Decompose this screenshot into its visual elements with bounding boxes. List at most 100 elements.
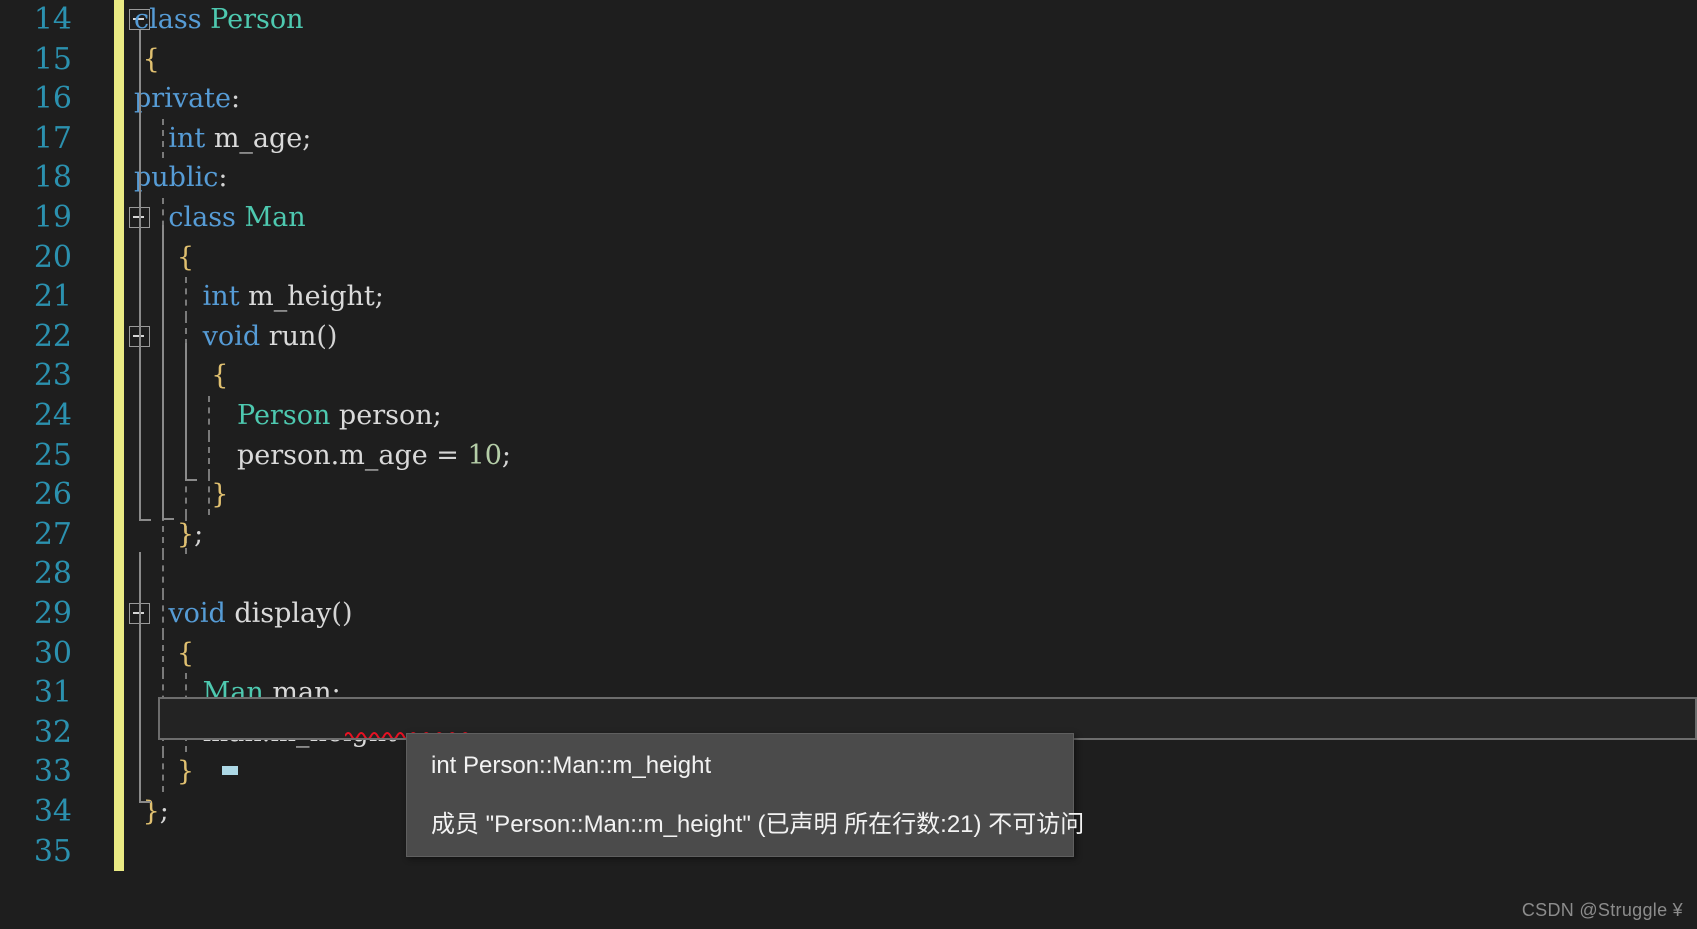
line-number: 35 [33,833,72,869]
line-number: 26 [33,477,72,513]
code-text[interactable]: { [134,238,194,278]
line-number: 34 [33,794,72,829]
code-text[interactable]: class Person [134,0,304,40]
unsaved-change-bar [114,198,124,238]
quick-info-tooltip: int Person::Man::m_height 成员 "Person::Ma… [406,733,1084,857]
code-token: : [218,162,228,194]
code-token: { [211,360,229,392]
code-line[interactable]: 19 class Man [0,198,1697,238]
line-number: 19 [33,200,72,235]
code-text[interactable]: private: [134,79,240,119]
code-line[interactable]: 23 { [0,356,1697,396]
code-line[interactable]: 22 void run() [0,316,1697,357]
outline-vline-level2 [162,225,164,520]
code-line[interactable]: 26 } [0,475,1697,515]
code-text[interactable]: { [134,634,194,674]
code-token: ; [302,122,312,154]
code-token: ; [194,518,204,550]
unsaved-change-bar [114,673,124,713]
unsaved-change-bar [114,554,124,594]
code-editor[interactable]: 14 class Person 15 {16 private: 17 int m_age… [0,0,1697,929]
code-token: man. [134,716,271,748]
code-token: m_age [339,439,428,471]
code-line[interactable]: 30 { [0,633,1697,674]
unsaved-change-bar [114,435,124,476]
code-text[interactable]: void run() [134,317,338,357]
code-text[interactable]: Person person; [134,396,442,436]
line-number: 16 [33,81,72,117]
tooltip-message: 成员 "Person::Man::m_height" (已声明 所在行数:21)… [431,811,1085,838]
code-token: run [268,320,317,352]
line-number: 17 [33,120,72,156]
code-token: void [202,320,269,352]
code-token: { [176,637,195,669]
code-token: void [168,598,235,629]
unsaved-change-bar [114,633,124,674]
code-text[interactable]: } [134,475,228,515]
code-text[interactable]: int m_height; [134,277,384,317]
code-line[interactable]: 21 int m_height; [0,277,1697,317]
code-text[interactable]: { [134,356,228,396]
unsaved-change-bar [114,396,124,436]
code-line[interactable]: 16 private: [0,79,1697,119]
unsaved-change-bar [114,237,124,278]
code-line[interactable]: 28 [0,554,1697,594]
code-text[interactable]: person.m_age = 10; [134,436,511,476]
unsaved-change-bar [114,356,124,396]
code-token: person. [134,439,340,471]
unsaved-change-bar [114,158,124,198]
code-text[interactable]: void display() [134,594,352,634]
code-token: Person [237,400,331,431]
code-token: private [134,83,232,115]
code-token: display [234,598,332,629]
line-number: 30 [33,635,72,671]
line-number: 14 [33,2,72,37]
line-number: 31 [33,675,72,711]
code-token: () [331,598,353,629]
code-text[interactable]: public: [134,158,227,198]
code-token: man; [263,677,341,709]
code-line[interactable]: 24 Person person; [0,396,1697,436]
code-line[interactable]: 14 class Person [0,0,1697,40]
code-token: m_height [248,281,375,313]
code-text[interactable]: } [134,752,194,792]
outline-vline-level3 [185,343,187,480]
code-token: int [168,122,214,154]
code-text[interactable]: class Man [134,198,306,238]
code-token: Person [210,4,304,35]
code-token: } [176,518,195,550]
code-token: int [202,281,249,313]
code-line[interactable]: 29 void display() [0,594,1697,634]
unsaved-change-bar [114,792,124,832]
line-number: 18 [33,160,72,196]
code-line[interactable]: 20 { [0,237,1697,278]
unsaved-change-bar [114,514,124,555]
unsaved-change-bar [114,79,124,119]
code-line[interactable]: 18 public: [0,158,1697,198]
code-line[interactable]: 15 { [0,39,1697,80]
code-line[interactable]: 27 }; [0,514,1697,555]
code-token: Man [244,202,306,233]
code-text[interactable]: Man man; [134,673,341,713]
code-line[interactable]: 17 int m_age; [0,118,1697,159]
code-token: = [427,439,468,471]
line-number: 24 [33,398,72,433]
code-line[interactable]: 31 Man man; [0,673,1697,713]
outline-endcap-level1 [139,519,151,521]
code-line[interactable]: 25 person.m_age = 10; [0,435,1697,476]
code-token: class [168,202,245,233]
code-token: { [142,43,160,75]
code-token: } [211,479,229,511]
selection-marker [222,766,238,775]
unsaved-change-bar [114,277,124,317]
outline-endcap-level3 [185,479,197,481]
code-text[interactable]: int m_age; [134,119,311,159]
code-text[interactable]: { [134,40,160,80]
code-token: m_age [213,122,303,154]
